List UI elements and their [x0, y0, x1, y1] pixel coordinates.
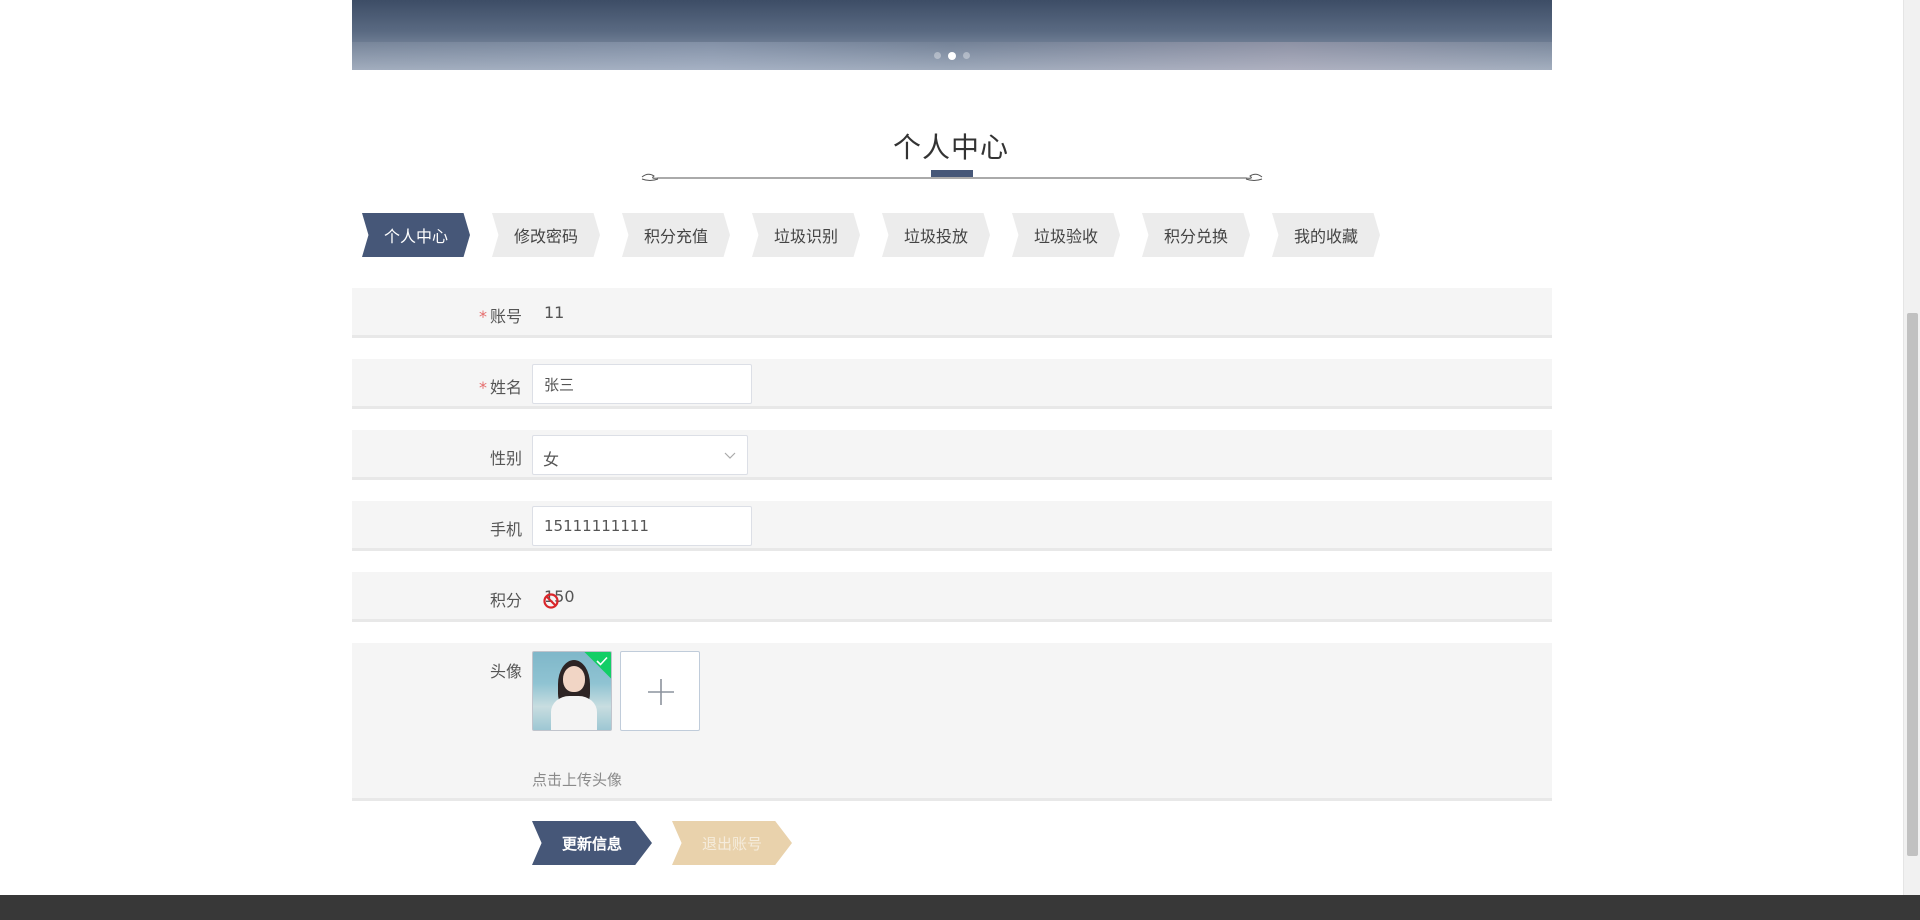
chevron-down-icon: [724, 452, 736, 459]
name-label: * 姓名: [478, 378, 522, 397]
tab-garbage-disposal[interactable]: 垃圾投放: [882, 213, 990, 257]
required-mark: *: [478, 378, 487, 397]
page-title: 个人中心: [892, 131, 1009, 164]
phone-input[interactable]: [532, 506, 752, 546]
account-value: 11: [544, 303, 565, 322]
tab-points-recharge[interactable]: 积分充值: [622, 213, 730, 257]
logout-button[interactable]: 退出账号: [672, 821, 792, 865]
gender-label: 性别: [489, 449, 522, 468]
carousel-dot[interactable]: [934, 52, 941, 59]
scrollbar-thumb[interactable]: [1907, 313, 1918, 856]
vertical-scrollbar[interactable]: [1903, 0, 1920, 895]
form-row-name: * 姓名: [352, 359, 1552, 409]
avatar-upload-button[interactable]: [620, 651, 700, 731]
update-info-button[interactable]: 更新信息: [532, 821, 652, 865]
avatar-label: 头像: [489, 662, 522, 681]
gender-select[interactable]: 女: [532, 435, 748, 475]
form-row-phone: 手机: [352, 501, 1552, 551]
account-label: * 账号: [478, 307, 522, 326]
avatar-upload-hint: 点击上传头像: [532, 771, 623, 789]
name-input[interactable]: [532, 364, 752, 404]
tab-points-exchange[interactable]: 积分兑换: [1142, 213, 1250, 257]
not-allowed-icon: [543, 593, 559, 609]
form-row-account: * 账号 11: [352, 288, 1552, 338]
avatar-image[interactable]: [532, 651, 612, 731]
banner-carousel[interactable]: [352, 0, 1552, 70]
phone-label: 手机: [489, 520, 522, 539]
form-row-points: 积分 150: [352, 572, 1552, 622]
check-icon: [596, 656, 608, 666]
required-mark: *: [478, 307, 487, 326]
form-row-avatar: 头像 点击上传头像: [352, 643, 1552, 801]
plus-icon: [648, 679, 674, 705]
carousel-indicators: [352, 51, 1552, 60]
tab-garbage-inspection[interactable]: 垃圾验收: [1012, 213, 1120, 257]
tab-my-favorites[interactable]: 我的收藏: [1272, 213, 1380, 257]
carousel-dot-active[interactable]: [948, 51, 956, 60]
tab-profile[interactable]: 个人中心: [362, 213, 470, 257]
form-row-gender: 性别 女: [352, 430, 1552, 480]
page-footer: [0, 895, 1920, 920]
points-label: 积分: [489, 591, 522, 610]
tab-change-password[interactable]: 修改密码: [492, 213, 600, 257]
title-divider: [641, 170, 1263, 181]
gender-selected-value: 女: [543, 450, 560, 469]
carousel-dot[interactable]: [963, 52, 970, 59]
tab-garbage-recognition[interactable]: 垃圾识别: [752, 213, 860, 257]
